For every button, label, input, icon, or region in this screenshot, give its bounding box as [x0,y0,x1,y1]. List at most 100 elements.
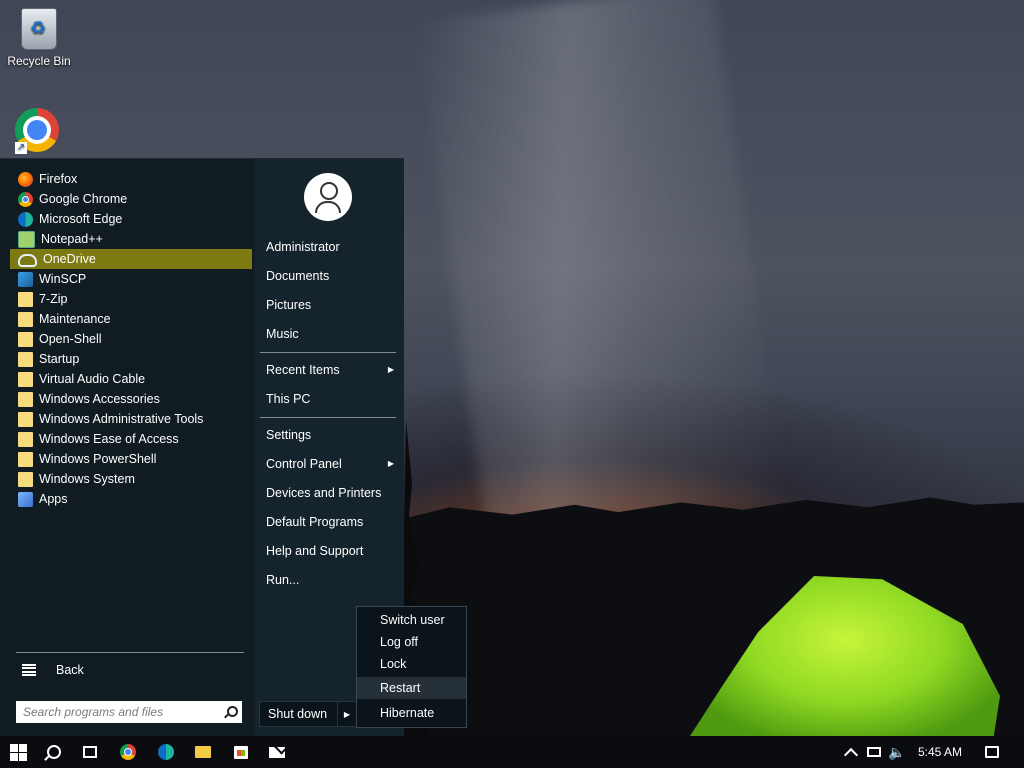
menu-item-lock[interactable]: Lock [357,653,466,675]
folder-icon [18,331,33,347]
menu-item-devices-printers[interactable]: Devices and Printers [266,483,396,503]
windows-logo-icon [9,743,27,761]
wallpaper-milky-way [415,0,785,539]
program-item[interactable]: Firefox [10,169,252,189]
program-label: WinSCP [39,272,87,286]
shutdown-options-arrow-icon[interactable]: ▶ [337,702,356,726]
taskbar: 🔈 5:45 AM [0,736,1024,768]
menu-item-this-pc[interactable]: This PC [266,389,396,409]
program-label: Apps [39,492,68,506]
volume-button[interactable]: 🔈 [887,742,907,762]
program-item[interactable]: Notepad++ [10,229,252,249]
search-icon[interactable] [224,706,238,718]
task-view-button[interactable] [80,742,100,762]
program-label: Maintenance [39,312,111,326]
show-hidden-icons-button[interactable] [841,742,861,762]
program-label: Windows Accessories [39,392,160,406]
menu-item-default-programs[interactable]: Default Programs [266,512,396,532]
apps-icon [18,491,33,507]
program-label: OneDrive [43,252,96,266]
start-button[interactable] [8,742,28,762]
program-item[interactable]: Windows PowerShell [10,449,252,469]
action-center-button[interactable] [982,742,1002,762]
program-label: Windows Ease of Access [39,432,179,446]
network-button[interactable] [864,742,884,762]
program-label: Firefox [39,172,78,186]
program-item[interactable]: Apps [10,489,252,509]
taskbar-search-button[interactable] [44,742,64,762]
back-button[interactable]: Back [16,659,84,681]
desktop-icon-chrome[interactable]: ↗ [12,108,62,154]
menu-item-switch-user[interactable]: Switch user [357,609,466,631]
program-item[interactable]: Windows Administrative Tools [10,409,252,429]
taskbar-file-explorer[interactable] [193,742,213,762]
search-box[interactable]: Search programs and files [16,701,242,723]
program-item[interactable]: Virtual Audio Cable [10,369,252,389]
menu-item-log-off[interactable]: Log off [357,631,466,653]
program-label: 7-Zip [39,292,68,306]
program-item[interactable]: 7-Zip [10,289,252,309]
menu-item-run[interactable]: Run... [266,570,396,590]
divider [16,652,244,653]
folder-icon [18,291,33,307]
desktop-icon-recycle-bin[interactable]: Recycle Bin [4,8,74,68]
program-item[interactable]: Windows System [10,469,252,489]
folder-icon [18,471,33,487]
clock[interactable]: 5:45 AM [918,736,962,768]
folder-icon [18,351,33,367]
notification-icon [985,746,999,758]
onedrive-icon [18,254,37,267]
program-item[interactable]: OneDrive [10,249,252,269]
divider [260,352,396,353]
menu-item-documents[interactable]: Documents [266,266,396,286]
menu-item-hibernate[interactable]: Hibernate [357,702,466,724]
folder-icon [18,411,33,427]
folder-icon [195,746,211,758]
program-item[interactable]: Windows Ease of Access [10,429,252,449]
program-item[interactable]: Microsoft Edge [10,209,252,229]
chevron-up-icon [843,747,859,762]
program-item[interactable]: Startup [10,349,252,369]
program-label: Notepad++ [41,232,103,246]
program-item[interactable]: Maintenance [10,309,252,329]
user-avatar-icon[interactable] [304,173,352,221]
chrome-icon [18,191,33,207]
folder-icon [18,391,33,407]
menu-item-restart[interactable]: Restart [357,677,466,699]
recycle-bin-label: Recycle Bin [7,54,71,68]
menu-item-pictures[interactable]: Pictures [266,295,396,315]
taskbar-mail[interactable] [267,742,287,762]
shortcut-arrow-icon: ↗ [15,142,27,154]
program-label: Startup [39,352,80,366]
search-input[interactable]: Search programs and files [23,705,224,719]
speaker-icon: 🔈 [888,743,906,760]
program-item[interactable]: Google Chrome [10,189,252,209]
search-icon [47,745,61,759]
program-item[interactable]: WinSCP [10,269,252,289]
program-item[interactable]: Windows Accessories [10,389,252,409]
taskbar-store[interactable] [231,742,251,762]
folder-icon [18,431,33,447]
program-label: Google Chrome [39,192,128,206]
folder-icon [18,451,33,467]
chrome-icon [120,744,136,760]
taskbar-edge[interactable] [156,742,176,762]
menu-item-administrator[interactable]: Administrator [266,237,396,257]
taskbar-chrome[interactable] [118,742,138,762]
folder-icon [18,371,33,387]
menu-item-recent-items[interactable]: Recent Items ▶ [266,360,396,380]
mail-icon [269,746,285,758]
menu-item-control-panel[interactable]: Control Panel ▶ [266,454,396,474]
program-item[interactable]: Open-Shell [10,329,252,349]
program-label: Windows PowerShell [39,452,157,466]
list-icon [22,664,36,676]
recycle-bin-icon [21,8,57,50]
back-label: Back [56,663,84,677]
program-label: Microsoft Edge [39,212,123,226]
program-label: Windows System [39,472,135,486]
menu-item-settings[interactable]: Settings [266,425,396,445]
menu-item-help-support[interactable]: Help and Support [266,541,396,561]
divider [260,417,396,418]
shutdown-button[interactable]: Shut down ▶ [259,701,357,727]
menu-item-music[interactable]: Music [266,324,396,344]
